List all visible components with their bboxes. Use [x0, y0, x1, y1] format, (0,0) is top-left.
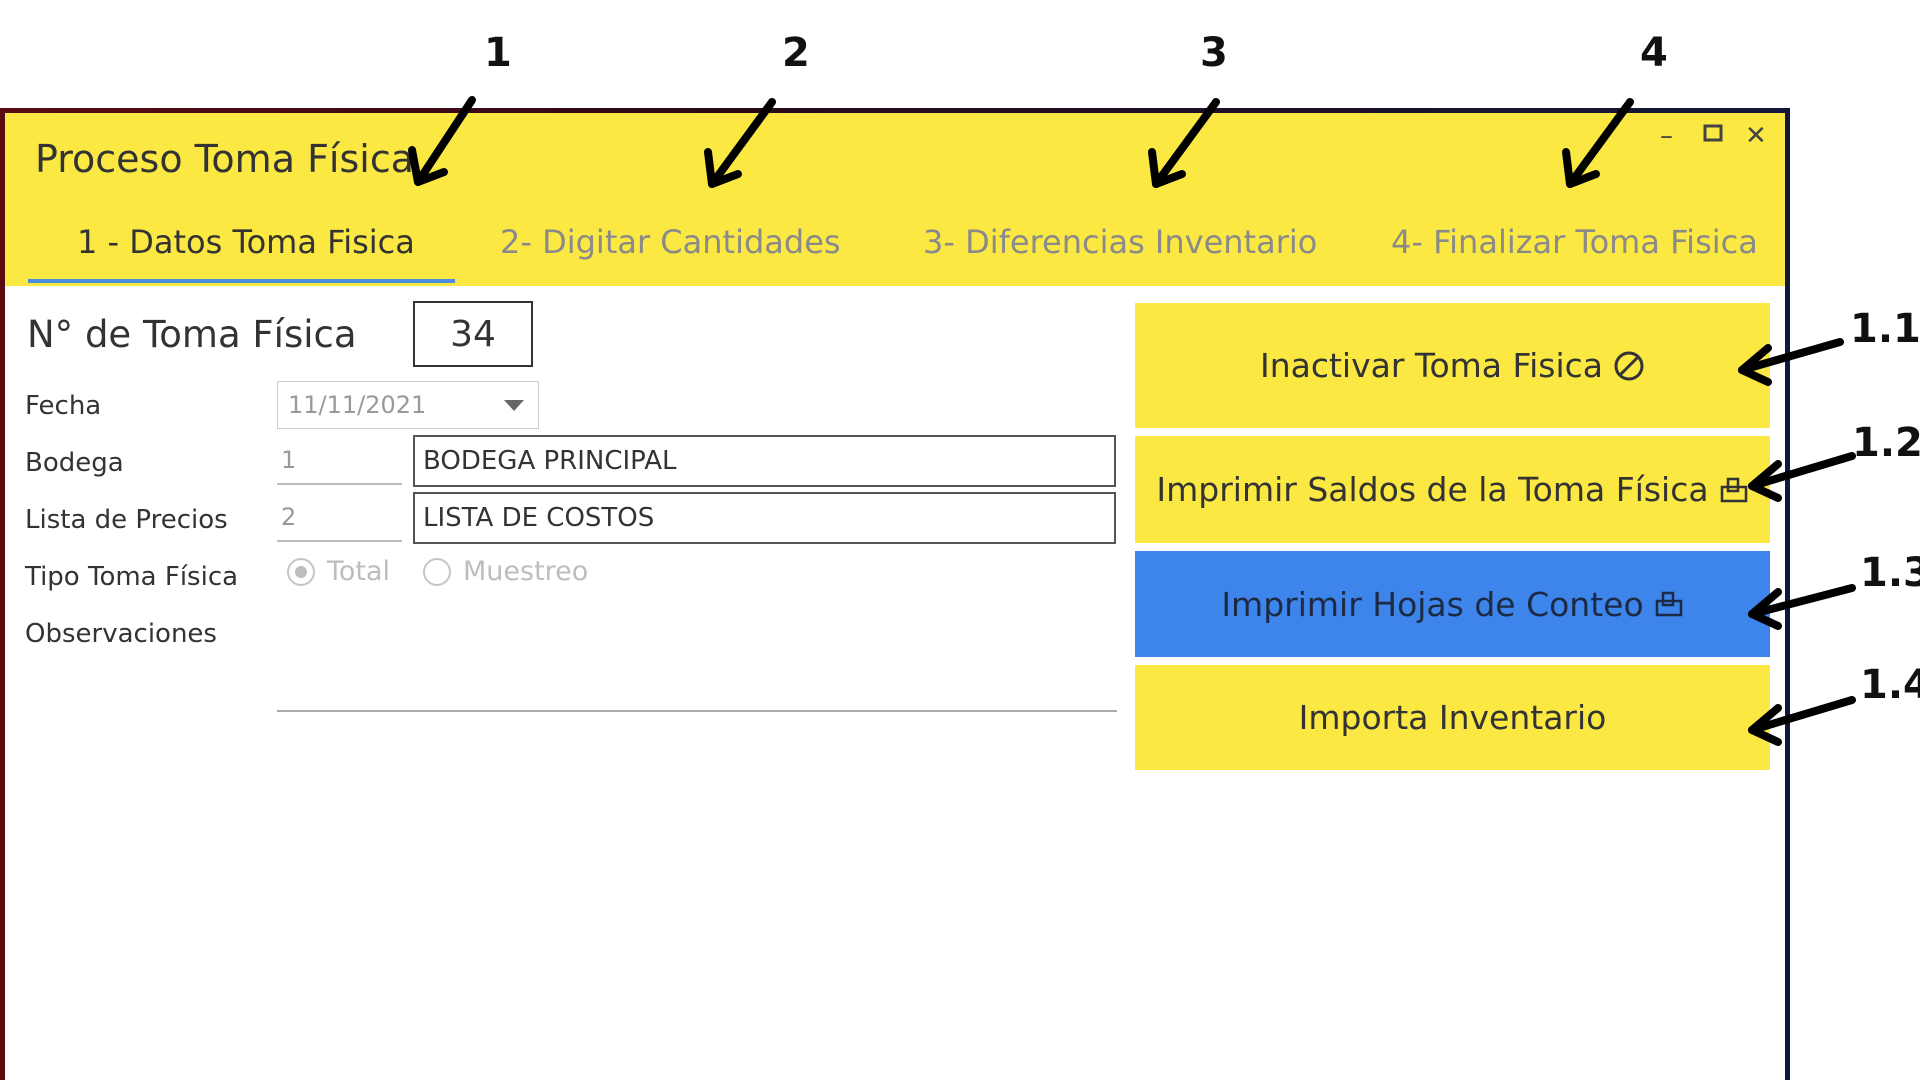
annotation-number-2: 2 [782, 30, 810, 76]
annotation-number-1-1: 1.1 [1850, 306, 1920, 352]
annotation-arrows [408, 96, 1856, 746]
arrow-tab-4 [1566, 98, 1634, 188]
annotation-number-1-3: 1.3 [1860, 550, 1920, 596]
annotation-number-4: 4 [1640, 30, 1668, 76]
annotation-number-1: 1 [484, 30, 512, 76]
annotation-number-1-4: 1.4 [1860, 662, 1920, 708]
annotation-number-1-2: 1.2 [1852, 420, 1920, 466]
annotation-number-3: 3 [1200, 30, 1228, 76]
arrow-tab-2 [708, 98, 776, 188]
arrow-tab-3 [1152, 98, 1220, 188]
